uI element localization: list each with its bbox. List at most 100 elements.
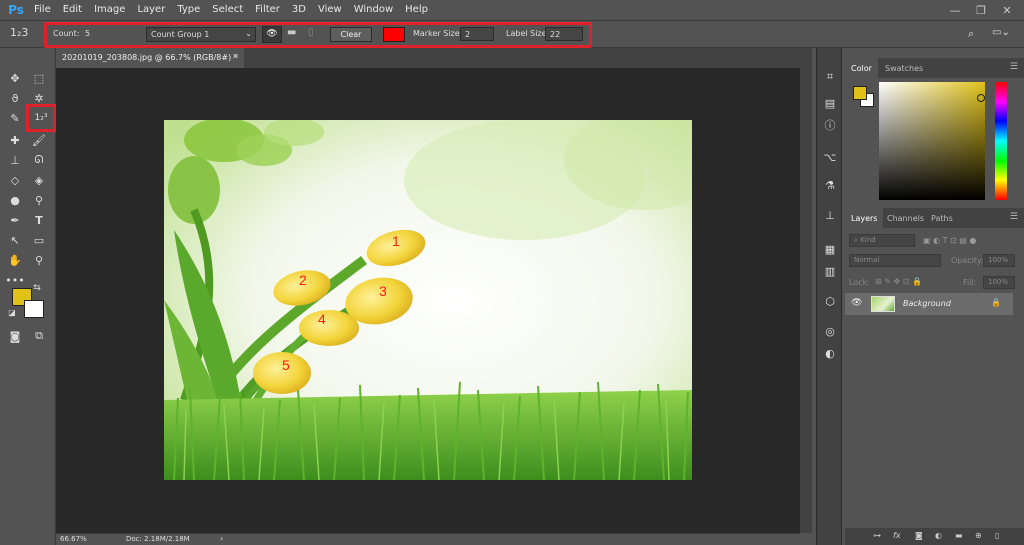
vertical-scrollbar[interactable] [800,68,812,533]
layer-style-icon[interactable]: fx [893,531,901,540]
menu-filter[interactable]: Filter [249,0,286,20]
blur-tool-icon[interactable]: ● [4,190,26,210]
blend-mode-select[interactable]: Normal [849,254,941,267]
new-group-icon[interactable]: ▬ [955,531,963,540]
opacity-field[interactable]: 100% [983,254,1015,267]
properties-panel-icon[interactable]: ▤ [821,94,839,112]
history-panel-icon[interactable]: ⌗ [821,68,839,86]
menu-help[interactable]: Help [399,0,434,20]
tool-preset-picker[interactable]: 1₂3 [10,26,28,39]
tab-layers[interactable]: Layers [845,208,884,228]
zoom-readout[interactable]: 66.67% [60,535,87,543]
lasso-tool-icon[interactable]: ϑ [4,88,26,108]
eraser-tool-icon[interactable]: ◇ [4,170,26,190]
more-tools-icon[interactable]: ••• [4,270,26,290]
search-icon[interactable]: ⌕ [968,27,974,41]
pen-tool-icon[interactable]: ✒ [4,210,26,230]
layer-row-background[interactable]: 👁 Background 🔒 [845,293,1013,315]
tab-channels[interactable]: Channels [881,208,930,228]
healing-brush-tool-icon[interactable]: ✚ [4,130,26,150]
new-layer-icon[interactable]: ⊕ [975,531,982,540]
clear-button[interactable]: Clear [330,27,372,42]
tab-swatches[interactable]: Swatches [879,58,929,78]
fill-field[interactable]: 100% [983,276,1015,289]
color-picker-ring[interactable] [977,94,985,102]
link-layers-icon[interactable]: ⊶ [873,531,881,540]
menu-select[interactable]: Select [206,0,249,20]
layers-footer: ⊶ fx ◙ ◐ ▬ ⊕ ▯ [845,528,1024,545]
path-selection-tool-icon[interactable]: ↖ [4,230,26,250]
brush-settings-icon[interactable]: ⌥ [821,148,839,166]
count-group-select[interactable]: Count Group 1 ⌄ [146,27,256,42]
paint-bucket-tool-icon[interactable]: ◈ [28,170,50,190]
brushes-panel-icon[interactable]: ⚗ [821,176,839,194]
menu-3d[interactable]: 3D [286,0,312,20]
menu-type[interactable]: Type [171,0,206,20]
clone-stamp-tool-icon[interactable]: ⊥ [4,150,26,170]
add-mask-icon[interactable]: ◙ [915,531,923,540]
panel-menu-icon[interactable]: ☰ [1010,62,1018,72]
tab-color[interactable]: Color [845,58,878,78]
menu-image[interactable]: Image [88,0,131,20]
adjustments-icon[interactable]: ◐ [821,344,839,362]
count-marker-1[interactable]: 1 [392,233,400,249]
history-brush-tool-icon[interactable]: ᘏ [28,150,50,170]
panel-menu-icon[interactable]: ☰ [1010,212,1018,222]
type-tool-icon[interactable]: T [28,210,50,230]
menu-view[interactable]: View [312,0,348,20]
hue-slider[interactable] [995,82,1007,200]
close-tab-icon[interactable]: ✕ [232,52,239,61]
marker-color-swatch[interactable] [383,27,405,42]
paragraph-panel-icon[interactable]: ▦ [821,240,839,258]
eye-icon[interactable]: 👁 [851,298,862,308]
hand-tool-icon[interactable]: ✋ [4,250,26,270]
document-image[interactable]: 1 2 3 4 5 [164,120,692,480]
menu-window[interactable]: Window [348,0,399,20]
document-tab[interactable]: 20201019_203808.jpg @ 66.7% (RGB/8#) * [56,48,244,68]
quick-mask-icon[interactable]: ◙ [4,326,26,346]
delete-layer-icon[interactable]: ▯ [995,531,999,540]
lock-icon[interactable]: 🔒 [991,298,1001,307]
brush-tool-icon[interactable]: 🖌 [28,130,50,150]
3d-panel-icon[interactable]: ⬡ [821,292,839,310]
toggle-visibility-button[interactable]: 👁 [262,26,282,43]
character-panel-icon[interactable]: ▥ [821,262,839,280]
close-window-button[interactable]: ✕ [994,0,1020,20]
count-marker-4[interactable]: 4 [318,311,326,327]
marquee-tool-icon[interactable]: ⬚ [28,68,50,88]
tab-paths[interactable]: Paths [925,208,959,228]
minimize-button[interactable]: — [942,0,968,20]
adjustment-layer-icon[interactable]: ◐ [935,531,942,540]
workspace-switcher-icon[interactable]: ▭⌄ [992,27,1010,38]
default-colors-icon[interactable]: ◪ [6,306,18,318]
layer-filter-kind[interactable]: ⌕ Kind [849,234,915,247]
restore-button[interactable]: ❐ [968,0,994,20]
rectangle-tool-icon[interactable]: ▭ [28,230,50,250]
label-size-field[interactable]: 22 [545,27,583,41]
move-tool-icon[interactable]: ✥ [4,68,26,88]
dodge-tool-icon[interactable]: ⚲ [28,190,50,210]
count-marker-2[interactable]: 2 [299,272,307,288]
info-panel-icon[interactable]: ⓘ [821,116,839,134]
count-marker-3[interactable]: 3 [379,283,387,299]
layer-filter-icons[interactable]: ▣ ◐ T ⊡ ▤ ● [923,236,1021,254]
menu-file[interactable]: File [28,0,57,20]
count-marker-5[interactable]: 5 [282,357,290,373]
eyedropper-tool-icon[interactable]: ✎ [4,108,26,128]
clone-source-icon[interactable]: ⊥ [821,206,839,224]
status-menu-arrow[interactable]: › [220,534,223,543]
libraries-icon[interactable]: ◎ [821,322,839,340]
menu-edit[interactable]: Edit [57,0,88,20]
background-color-swatch[interactable] [24,300,44,318]
screen-mode-icon[interactable]: ⧉ [28,326,50,346]
menu-layer[interactable]: Layer [131,0,171,20]
color-panel-foreground[interactable] [853,86,867,100]
swap-colors-icon[interactable]: ⇆ [30,282,44,294]
zoom-tool-icon[interactable]: ⚲ [28,250,50,270]
tools-panel: ✥ ⬚ ϑ ✲ ✎ 1₂³ ✚ 🖌 ⊥ ᘏ ◇ ◈ ● ⚲ ✒ T ↖ ▭ ✋ … [0,48,56,545]
trash-icon[interactable]: ▯ [308,27,314,38]
color-field[interactable] [879,82,985,200]
document-tab-bar: 20201019_203808.jpg @ 66.7% (RGB/8#) * ✕ [56,48,812,68]
folder-icon[interactable]: ▬ [287,27,296,38]
marker-size-field[interactable]: 2 [460,27,494,41]
